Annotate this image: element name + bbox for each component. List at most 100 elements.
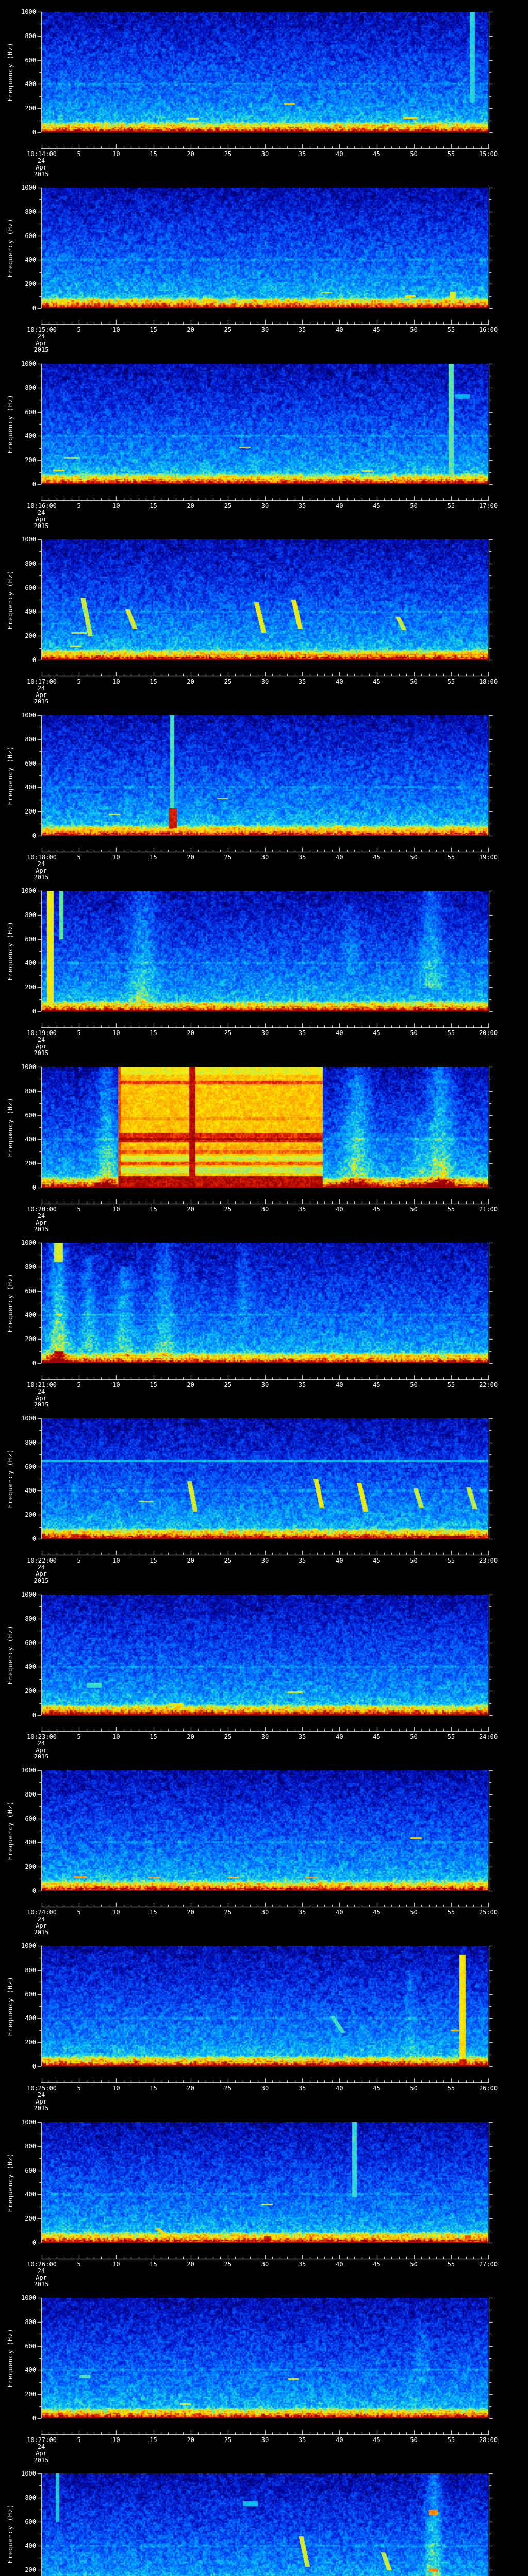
x-tick-label: 25 (224, 2261, 232, 2268)
y-tick-label: 200 (25, 808, 36, 816)
x-tick-label: 20 (187, 150, 194, 158)
y-tick-label: 0 (32, 1184, 36, 1191)
x-tick-label: 50 (410, 150, 418, 158)
y-tick-label: 1000 (21, 184, 36, 191)
x-tick-label: 10 (112, 1909, 120, 1916)
x-tick-label: 10 (112, 2084, 120, 2092)
y-tick-label: 800 (25, 1263, 36, 1270)
date-line: Apr (36, 1395, 47, 1402)
x-tick-label: 40 (336, 1557, 343, 1564)
y-tick-label: 200 (25, 1511, 36, 1519)
y-tick-label: 800 (25, 1615, 36, 1622)
x-tick-label: 10 (112, 1381, 120, 1388)
x-tick-label: 35 (298, 2436, 306, 2444)
x-start-time-label: 10:14:00 (27, 150, 57, 158)
x-tick-label: 35 (298, 326, 306, 333)
x-tick-label: 10 (112, 326, 120, 333)
x-tick-label: 30 (261, 854, 269, 861)
x-tick-label: 40 (336, 2084, 343, 2092)
y-axis-title: Frequency (Hz) (7, 2504, 14, 2564)
y-tick-label: 800 (25, 1790, 36, 1798)
y-tick-label: 1000 (21, 1942, 36, 1950)
x-tick-label: 55 (447, 1029, 455, 1037)
x-start-time-label: 10:27:00 (27, 2436, 57, 2444)
x-tick-label: 30 (261, 1909, 269, 1916)
y-tick-label: 1000 (21, 536, 36, 543)
x-tick-label: 30 (261, 326, 269, 333)
y-axis-title: Frequency (Hz) (7, 2328, 14, 2388)
x-tick-label: 40 (336, 678, 343, 685)
x-tick-label: 35 (298, 1206, 306, 1213)
x-tick-label: 15 (150, 678, 157, 685)
x-tick-label: 25 (224, 1029, 232, 1037)
x-tick-label: 30 (261, 1381, 269, 1388)
y-tick-label: 600 (25, 935, 36, 943)
date-line: 24 (37, 2443, 45, 2450)
x-tick-label: 50 (410, 1733, 418, 1740)
x-tick-label: 5 (77, 2084, 81, 2092)
y-tick-label: 400 (25, 1663, 36, 1671)
x-tick-label: 50 (410, 854, 418, 861)
x-tick-label: 50 (410, 2436, 418, 2444)
y-tick-label: 1000 (21, 2119, 36, 2126)
y-tick-label: 400 (25, 1487, 36, 1495)
x-tick-label: 45 (373, 1557, 381, 1564)
date-line: Apr (36, 164, 47, 171)
y-tick-label: 200 (25, 1335, 36, 1343)
spectrogram-canvas (42, 2122, 488, 2243)
x-tick-label: 55 (447, 1733, 455, 1740)
x-tick-label: 5 (77, 1557, 81, 1564)
x-end-time-label: 25:00 (478, 1909, 498, 1916)
x-tick-label: 55 (447, 1206, 455, 1213)
x-tick-label: 30 (261, 2084, 269, 2092)
x-tick-label: 20 (187, 1029, 194, 1037)
spectrogram-canvas (42, 1946, 488, 2066)
spectrogram-canvas (42, 1418, 488, 1539)
spectrogram-panel: Frequency (Hz) 0 200 400 600 800 1000 10:24:00… (0, 1758, 528, 1936)
x-tick-label: 10 (112, 678, 120, 685)
spectrogram-canvas (42, 1770, 488, 1891)
y-tick-label: 800 (25, 2494, 36, 2501)
y-tick-label: 1000 (21, 1063, 36, 1071)
x-tick-label: 5 (77, 854, 81, 861)
y-tick-label: 400 (25, 1311, 36, 1319)
y-tick-label: 0 (32, 2239, 36, 2246)
x-tick-label: 35 (298, 150, 306, 158)
x-tick-label: 10 (112, 1206, 120, 1213)
x-tick-label: 5 (77, 1733, 81, 1740)
x-tick-label: 45 (373, 1029, 381, 1037)
y-tick-label: 200 (25, 2391, 36, 2398)
y-tick-label: 800 (25, 911, 36, 919)
x-tick-label: 40 (336, 2261, 343, 2268)
x-tick-label: 25 (224, 2436, 232, 2444)
x-tick-label: 40 (336, 1733, 343, 1740)
x-tick-label: 25 (224, 1206, 232, 1213)
x-end-time-label: 16:00 (478, 326, 498, 333)
x-tick-label: 5 (77, 1381, 81, 1388)
y-tick-label: 0 (32, 1360, 36, 1367)
x-tick-label: 5 (77, 1029, 81, 1037)
date-line: 24 (37, 1564, 45, 1571)
spectrogram-panel: Frequency (Hz) 0 200 400 600 800 1000 10:14:00… (0, 0, 528, 178)
y-tick-label: 0 (32, 129, 36, 136)
y-tick-label: 0 (32, 1711, 36, 1719)
y-tick-label: 200 (25, 1160, 36, 1167)
y-axis-title: Frequency (Hz) (7, 745, 14, 805)
x-tick-label: 15 (150, 150, 157, 158)
x-start-time-label: 10:19:00 (27, 1029, 57, 1037)
x-tick-label: 35 (298, 678, 306, 685)
date-line: Apr (36, 1570, 47, 1578)
date-line: 24 (37, 1388, 45, 1395)
x-tick-label: 35 (298, 2261, 306, 2268)
date-line: Apr (36, 1922, 47, 1929)
x-tick-label: 25 (224, 678, 232, 685)
y-tick-label: 0 (32, 656, 36, 664)
y-tick-label: 600 (25, 2166, 36, 2174)
y-tick-label: 600 (25, 584, 36, 591)
date-line: Apr (36, 340, 47, 347)
y-tick-label: 400 (25, 432, 36, 440)
y-tick-label: 200 (25, 1863, 36, 1871)
x-tick-label: 20 (187, 1381, 194, 1388)
y-tick-label: 600 (25, 232, 36, 240)
x-tick-label: 45 (373, 150, 381, 158)
